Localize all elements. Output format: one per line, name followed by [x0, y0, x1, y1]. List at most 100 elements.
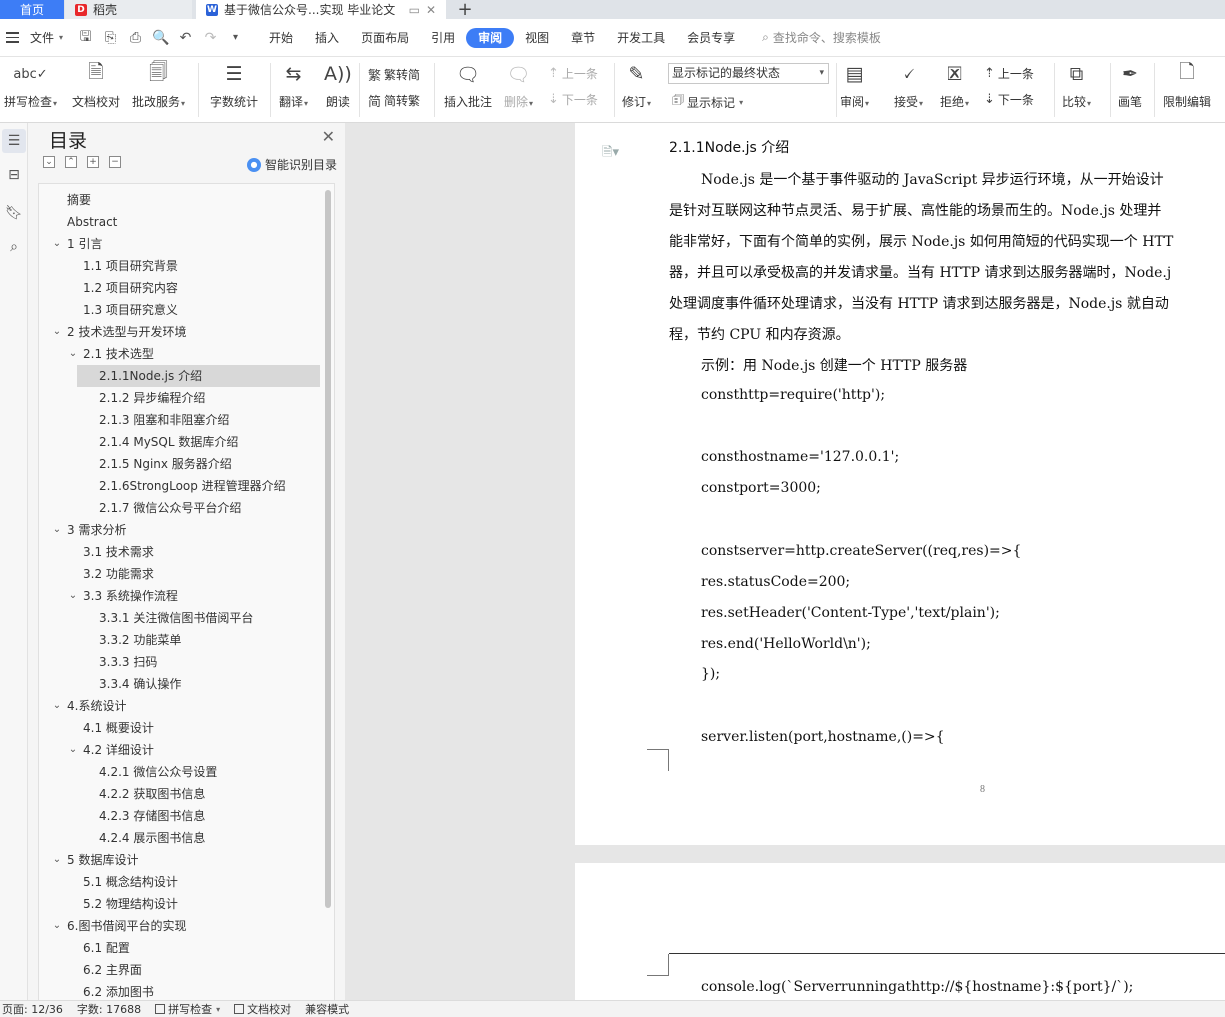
menu-tab-0[interactable]: 开始	[258, 28, 304, 48]
new-tab-button[interactable]: +	[452, 0, 478, 19]
toc-item[interactable]: 1.2 项目研究内容	[39, 277, 322, 299]
expand-all-icon[interactable]: ⌄	[43, 156, 55, 168]
toc-item[interactable]: 2.1.1Node.js 介绍	[77, 365, 320, 387]
reject-button[interactable]: 🗷 拒绝▾	[940, 61, 969, 110]
word-count-button[interactable]: ☰ 字数统计	[210, 61, 258, 110]
chevron-down-icon[interactable]: ⌄	[51, 321, 63, 343]
print-icon[interactable]: ⎙	[127, 30, 144, 46]
add-heading-icon[interactable]: +	[87, 156, 99, 168]
tab-close-icon[interactable]: ✕	[426, 3, 436, 17]
menu-tab-7[interactable]: 开发工具	[606, 28, 676, 48]
chevron-down-icon[interactable]: ⌄	[51, 915, 63, 937]
markup-state-select[interactable]: 显示标记的最终状态 ▾	[668, 63, 829, 84]
toc-panel-icon[interactable]: ☰	[2, 129, 26, 153]
toc-item[interactable]: 4.2.2 获取图书信息	[39, 783, 322, 805]
menu-tab-6[interactable]: 章节	[560, 28, 606, 48]
to-traditional-button[interactable]: 繁繁转简	[368, 65, 420, 84]
redo-icon[interactable]: ↷	[202, 30, 219, 46]
toc-item[interactable]: 6.2 添加图书	[39, 981, 322, 1000]
toc-item[interactable]: 3.2 功能需求	[39, 563, 322, 585]
menu-tab-1[interactable]: 插入	[304, 28, 350, 48]
toc-item[interactable]: ⌄ 5 数据库设计	[39, 849, 322, 871]
track-changes-button[interactable]: ✎ 修订▾	[622, 61, 651, 110]
toc-item[interactable]: ⌄ 4.2 详细设计	[39, 739, 322, 761]
to-simplified-button[interactable]: 简简转繁	[368, 91, 420, 110]
close-icon[interactable]: ✕	[322, 127, 335, 146]
toc-item[interactable]: ⌄ 6.图书借阅平台的实现	[39, 915, 322, 937]
remove-heading-icon[interactable]: −	[109, 156, 121, 168]
toc-item[interactable]: 3.3.2 功能菜单	[39, 629, 322, 651]
chevron-down-icon[interactable]: ⌄	[67, 585, 79, 607]
toc-item[interactable]: 3.3.3 扫码	[39, 651, 322, 673]
chapter-icon[interactable]: ⊟	[2, 163, 26, 187]
review-pane-button[interactable]: ▤ 审阅▾	[840, 61, 869, 110]
toc-item[interactable]: 2.1.2 异步编程介绍	[39, 387, 322, 409]
save-icon[interactable]: 🖫	[77, 26, 94, 50]
prev-change-button[interactable]: ⇡ 上一条	[984, 65, 1034, 82]
file-menu[interactable]: 文件 ▾	[30, 29, 63, 46]
chevron-down-icon[interactable]: ⌄	[67, 739, 79, 761]
document-canvas[interactable]: 🗎▾ 2.1.1Node.js 介绍 Node.js 是一个基于事件驱动的 Ja…	[345, 123, 1225, 1000]
chevron-down-icon[interactable]: ⌄	[51, 695, 63, 717]
toc-item[interactable]: 2.1.5 Nginx 服务器介绍	[39, 453, 322, 475]
read-aloud-button[interactable]: A)) 朗读	[324, 61, 352, 110]
find-icon[interactable]: ⌕	[2, 235, 26, 259]
toc-item[interactable]: 4.2.4 展示图书信息	[39, 827, 322, 849]
toc-item[interactable]: 2.1.6StrongLoop 进程管理器介绍	[39, 475, 322, 497]
toc-item[interactable]: 3.3.1 关注微信图书借阅平台	[39, 607, 322, 629]
command-search[interactable]: ⌕ 查找命令、搜索模板	[762, 29, 881, 46]
toc-item[interactable]: 5.1 概念结构设计	[39, 871, 322, 893]
insert-comment-button[interactable]: 🗨 插入批注	[444, 61, 492, 110]
restrict-edit-button[interactable]: 🗋 限制编辑	[1163, 61, 1211, 110]
collapse-all-icon[interactable]: ⌃	[65, 156, 77, 168]
print-preview-icon[interactable]: 🔍	[152, 30, 169, 46]
next-comment-button[interactable]: ⇣ 下一条	[548, 91, 598, 108]
undo-icon[interactable]: ↶	[177, 30, 194, 46]
menu-tab-2[interactable]: 页面布局	[350, 28, 420, 48]
toc-item[interactable]: ⌄ 4.系统设计	[39, 695, 322, 717]
toc-item[interactable]: 4.2.3 存储图书信息	[39, 805, 322, 827]
word-count-indicator[interactable]: 字数: 17688	[77, 1001, 141, 1017]
toc-item[interactable]: 5.2 物理结构设计	[39, 893, 322, 915]
toc-item[interactable]: Abstract	[39, 211, 322, 233]
translate-button[interactable]: ⇆ 翻译▾	[279, 61, 308, 110]
menu-tab-4[interactable]: 审阅	[466, 27, 515, 48]
chevron-down-icon[interactable]: ⌄	[51, 519, 63, 541]
menu-tab-3[interactable]: 引用	[420, 28, 466, 48]
spell-check-status[interactable]: 拼写检查 ▾	[155, 1001, 220, 1017]
toc-item[interactable]: 4.1 概要设计	[39, 717, 322, 739]
batch-service-button[interactable]: 🗐 批改服务▾	[132, 61, 185, 110]
toc-item[interactable]: ⌄ 3.3 系统操作流程	[39, 585, 322, 607]
doc-proof-status[interactable]: 文档校对	[234, 1001, 291, 1017]
ink-button[interactable]: ✒ 画笔	[1118, 61, 1142, 110]
toc-item[interactable]: 2.1.3 阻塞和非阻塞介绍	[39, 409, 322, 431]
hamburger-icon[interactable]	[6, 32, 24, 43]
toc-item[interactable]: 2.1.7 微信公众号平台介绍	[39, 497, 322, 519]
toc-item[interactable]: 摘要	[39, 189, 322, 211]
prev-comment-button[interactable]: ⇡ 上一条	[548, 65, 598, 82]
tab-document[interactable]: W 基于微信公众号...实现 毕业论文 ▭ ✕	[196, 0, 446, 19]
doc-proof-button[interactable]: 🗎 文档校对	[72, 61, 120, 110]
toc-item[interactable]: 3.3.4 确认操作	[39, 673, 322, 695]
menu-tab-8[interactable]: 会员专享	[676, 28, 746, 48]
toc-item[interactable]: ⌄ 3 需求分析	[39, 519, 322, 541]
delete-comment-button[interactable]: 🗨 删除▾	[504, 61, 533, 110]
page-indicator[interactable]: 页面: 12/36	[2, 1001, 63, 1017]
chevron-down-icon[interactable]: ⌄	[51, 233, 63, 255]
chevron-down-icon[interactable]: ⌄	[67, 343, 79, 365]
toc-item[interactable]: 6.2 主界面	[39, 959, 322, 981]
compare-button[interactable]: ⧉ 比较▾	[1062, 61, 1091, 110]
show-markup-button[interactable]: 🗊 显示标记 ▾	[672, 91, 743, 113]
toc-item[interactable]: 1.1 项目研究背景	[39, 255, 322, 277]
toc-item[interactable]: ⌄ 2.1 技术选型	[39, 343, 322, 365]
tab-pin-icon[interactable]: ▭	[409, 3, 420, 17]
spell-check-button[interactable]: abc✓ 拼写检查▾	[4, 61, 57, 110]
menu-tab-5[interactable]: 视图	[514, 28, 560, 48]
toc-scrollbar[interactable]	[325, 190, 331, 908]
next-change-button[interactable]: ⇣ 下一条	[984, 91, 1034, 108]
toc-item[interactable]: 2.1.4 MySQL 数据库介绍	[39, 431, 322, 453]
chevron-down-icon[interactable]: ⌄	[51, 849, 63, 871]
toc-item[interactable]: 4.2.1 微信公众号设置	[39, 761, 322, 783]
smart-toc-button[interactable]: ● 智能识别目录	[246, 156, 337, 173]
toc-item[interactable]: 3.1 技术需求	[39, 541, 322, 563]
